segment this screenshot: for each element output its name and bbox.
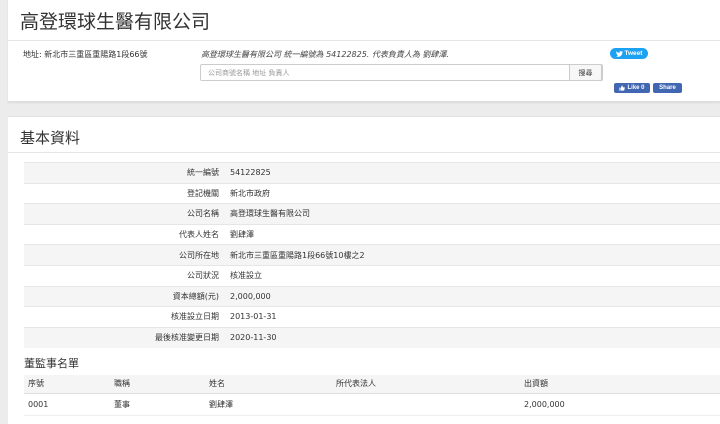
info-row: 資本總額(元) 2,000,000 [24, 285, 720, 307]
info-row: 登記機關 新北市政府 [24, 182, 720, 204]
info-row: 公司所在地 新北市三重區重陽路1段66號10樓之2 [24, 244, 720, 266]
column-header: 職稱 [114, 375, 209, 394]
info-value: 2,000,000 [226, 285, 720, 307]
info-value: 54122825 [226, 162, 720, 184]
column-header: 出資額 [524, 375, 720, 394]
info-label: 登記機關 [24, 182, 226, 204]
search-bar: 搜尋 [200, 64, 603, 81]
info-row: 最後核准變更日期 2020-11-30 [24, 326, 720, 348]
info-label: 公司所在地 [24, 244, 226, 266]
director-position: 董事 [114, 393, 209, 416]
info-row: 代表人姓名 劉肆澤 [24, 223, 720, 245]
company-address: 地址: 新北市三重區重陽路1段66號 [23, 50, 148, 59]
search-input[interactable] [201, 65, 569, 80]
info-row: 統一編號 54122825 [24, 162, 720, 184]
info-value: 新北市政府 [226, 182, 720, 204]
info-label: 代表人姓名 [24, 223, 226, 245]
company-header-panel: 高登環球生醫有限公司 地址: 新北市三重區重陽路1段66號 高登環球生醫有限公司… [8, 0, 720, 102]
info-value: 高登環球生醫有限公司 [226, 203, 720, 225]
twitter-bird-icon [615, 50, 623, 57]
director-seq: 0001 [24, 393, 114, 416]
column-header: 所代表法人 [336, 375, 524, 394]
info-label: 資本總額(元) [24, 285, 226, 307]
directors-title: 董監事名單 [24, 357, 79, 370]
basic-info-panel: 基本資料 統一編號 54122825 登記機關 新北市政府 公司名稱 高登環球生醫有限… [8, 116, 720, 424]
director-legal-entity [336, 393, 524, 416]
facebook-share-button[interactable]: Share [653, 83, 682, 93]
director-name: 劉肆澤 [209, 393, 336, 416]
column-header: 姓名 [209, 375, 336, 394]
info-label: 核准設立日期 [24, 306, 226, 328]
company-summary: 高登環球生醫有限公司 統一編號為 54122825. 代表負責人為 劉肆澤. [201, 50, 449, 59]
page-title: 高登環球生醫有限公司 [20, 11, 211, 33]
facebook-like-button[interactable]: Like 0 [614, 83, 650, 93]
info-value: 核准設立 [226, 264, 720, 287]
header-divider [8, 40, 720, 41]
info-value: 新北市三重區重陽路1段66號10樓之2 [226, 244, 720, 266]
like-label: Like 0 [627, 85, 645, 91]
directors-table: 序號 職稱 姓名 所代表法人 出資額 0001 董事 劉肆澤 2,000,000 [24, 375, 720, 416]
basic-info-title: 基本資料 [20, 129, 81, 147]
search-button[interactable]: 搜尋 [569, 64, 602, 81]
info-label: 公司狀況 [24, 264, 226, 287]
info-value: 劉肆澤 [226, 223, 720, 245]
tweet-button[interactable]: Tweet [610, 48, 648, 59]
info-value: 2020-11-30 [226, 326, 720, 348]
info-row: 公司名稱 高登環球生醫有限公司 [24, 203, 720, 225]
info-row: 核准設立日期 2013-01-31 [24, 306, 720, 328]
section-divider [8, 152, 720, 153]
directors-header-row: 序號 職稱 姓名 所代表法人 出資額 [24, 375, 720, 394]
basic-info-table: 統一編號 54122825 登記機關 新北市政府 公司名稱 高登環球生醫有限公司 代表… [24, 162, 720, 348]
director-investment: 2,000,000 [524, 393, 720, 416]
table-row: 0001 董事 劉肆澤 2,000,000 [24, 393, 720, 416]
tweet-label: Tweet [624, 50, 643, 57]
info-label: 最後核准變更日期 [24, 326, 226, 348]
info-row: 公司狀況 核准設立 [24, 264, 720, 287]
info-value: 2013-01-31 [226, 306, 720, 328]
column-header: 序號 [24, 375, 114, 394]
info-label: 統一編號 [24, 162, 226, 184]
thumbs-up-icon [619, 85, 626, 91]
info-label: 公司名稱 [24, 203, 226, 225]
